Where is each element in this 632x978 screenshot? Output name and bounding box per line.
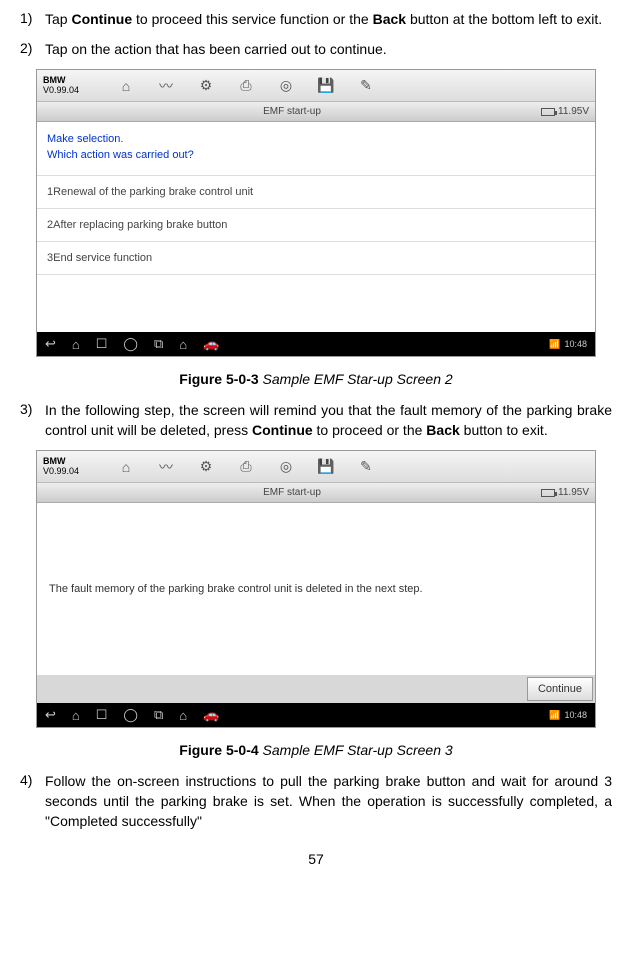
battery-icon <box>541 489 555 497</box>
ss2-footer-right: 📶 10:48 <box>549 710 587 721</box>
step-2: 2) Tap on the action that has been carri… <box>20 40 612 60</box>
ss2-brand: BMW V0.99.04 <box>37 453 107 481</box>
ss1-item-3[interactable]: 3End service function <box>37 242 595 275</box>
screenshot-icon[interactable]: ⧉ <box>154 336 163 352</box>
ss2-voltage: 11.95V <box>541 487 589 498</box>
app-icon[interactable]: ⌂ <box>179 708 187 723</box>
page-number: 57 <box>20 851 612 867</box>
step-1: 1) Tap Continue to proceed this service … <box>20 10 612 30</box>
wifi-icon: 📶 <box>549 339 560 350</box>
screenshot-2: BMW V0.99.04 ⌂ 〰 ⚙ ⎙ ◎ 💾 ✎ EMF start-up … <box>36 450 596 728</box>
fig2-title: Sample EMF Star-up Screen 3 <box>259 742 453 758</box>
step-4-text: Follow the on-screen instructions to pul… <box>45 772 612 831</box>
settings-icon[interactable]: ⚙ <box>197 458 215 476</box>
ss2-toolbar: ⌂ 〰 ⚙ ⎙ ◎ 💾 ✎ <box>107 458 595 476</box>
print-icon[interactable]: ⎙ <box>237 458 255 476</box>
browser-icon[interactable]: ◯ <box>123 707 138 723</box>
fig2-label: Figure 5-0-4 <box>179 742 258 758</box>
wifi-icon: 📶 <box>549 710 560 721</box>
app-icon[interactable]: ⌂ <box>179 337 187 352</box>
wave-icon[interactable]: 〰 <box>157 458 175 476</box>
figure-1-caption: Figure 5-0-3 Sample EMF Star-up Screen 2 <box>36 371 596 387</box>
figure-2: BMW V0.99.04 ⌂ 〰 ⚙ ⎙ ◎ 💾 ✎ EMF start-up … <box>36 450 596 758</box>
continue-button[interactable]: Continue <box>527 677 593 701</box>
ss1-prompt-line1: Make selection. <box>47 132 585 147</box>
ss2-header: BMW V0.99.04 ⌂ 〰 ⚙ ⎙ ◎ 💾 ✎ <box>37 451 595 483</box>
ss1-header: BMW V0.99.04 ⌂ 〰 ⚙ ⎙ ◎ 💾 ✎ <box>37 70 595 102</box>
fig1-title: Sample EMF Star-up Screen 2 <box>259 371 453 387</box>
edit-icon[interactable]: ✎ <box>357 458 375 476</box>
step-2-num: 2) <box>20 40 45 60</box>
edit-icon[interactable]: ✎ <box>357 77 375 95</box>
home-icon[interactable]: ⌂ <box>117 458 135 476</box>
print-icon[interactable]: ⎙ <box>237 77 255 95</box>
car-icon[interactable]: 🚗 <box>203 336 219 352</box>
back-icon[interactable]: ↩ <box>45 336 56 352</box>
step-1-text: Tap Continue to proceed this service fun… <box>45 10 602 30</box>
ss1-footer: ↩ ⌂ ☐ ◯ ⧉ ⌂ 🚗 📶 10:48 <box>37 332 595 356</box>
browser-icon[interactable]: ◯ <box>123 336 138 352</box>
ss1-voltage: 11.95V <box>541 106 589 117</box>
ss2-footer: ↩ ⌂ ☐ ◯ ⧉ ⌂ 🚗 📶 10:48 <box>37 703 595 727</box>
ss1-toolbar: ⌂ 〰 ⚙ ⎙ ◎ 💾 ✎ <box>107 77 595 95</box>
car-icon[interactable]: 🚗 <box>203 707 219 723</box>
settings-icon[interactable]: ⚙ <box>197 77 215 95</box>
ss1-body: Make selection. Which action was carried… <box>37 122 595 332</box>
wave-icon[interactable]: 〰 <box>157 77 175 95</box>
figure-1: BMW V0.99.04 ⌂ 〰 ⚙ ⎙ ◎ 💾 ✎ EMF start-up … <box>36 69 596 387</box>
ss1-item-2[interactable]: 2After replacing parking brake button <box>37 209 595 242</box>
ss2-body: The fault memory of the parking brake co… <box>37 503 595 703</box>
help-icon[interactable]: ◎ <box>277 458 295 476</box>
ss2-message: The fault memory of the parking brake co… <box>37 503 595 675</box>
ss2-time: 10:48 <box>564 710 587 720</box>
ss1-footer-right: 📶 10:48 <box>549 339 587 350</box>
ss1-brand: BMW V0.99.04 <box>37 72 107 100</box>
step-2-text: Tap on the action that has been carried … <box>45 40 387 60</box>
home-nav-icon[interactable]: ⌂ <box>72 708 80 723</box>
fig1-label: Figure 5-0-3 <box>179 371 258 387</box>
ss1-subheader-title: EMF start-up <box>43 106 541 117</box>
save-icon[interactable]: 💾 <box>317 77 335 95</box>
battery-icon <box>541 108 555 116</box>
step-4-num: 4) <box>20 772 45 831</box>
step-4: 4) Follow the on-screen instructions to … <box>20 772 612 831</box>
step-3: 3) In the following step, the screen wil… <box>20 401 612 440</box>
home-nav-icon[interactable]: ⌂ <box>72 337 80 352</box>
step-3-text: In the following step, the screen will r… <box>45 401 612 440</box>
ss2-subheader-title: EMF start-up <box>43 487 541 498</box>
ss1-subheader: EMF start-up 11.95V <box>37 102 595 122</box>
screenshot-1: BMW V0.99.04 ⌂ 〰 ⚙ ⎙ ◎ 💾 ✎ EMF start-up … <box>36 69 596 357</box>
ss1-prompt: Make selection. Which action was carried… <box>37 122 595 169</box>
ss2-subheader: EMF start-up 11.95V <box>37 483 595 503</box>
step-1-num: 1) <box>20 10 45 30</box>
save-icon[interactable]: 💾 <box>317 458 335 476</box>
back-icon[interactable]: ↩ <box>45 707 56 723</box>
ss1-version: V0.99.04 <box>43 86 101 96</box>
recent-icon[interactable]: ☐ <box>96 707 108 723</box>
home-icon[interactable]: ⌂ <box>117 77 135 95</box>
ss1-item-1[interactable]: 1Renewal of the parking brake control un… <box>37 175 595 209</box>
screenshot-icon[interactable]: ⧉ <box>154 707 163 723</box>
recent-icon[interactable]: ☐ <box>96 336 108 352</box>
ss2-version: V0.99.04 <box>43 467 101 477</box>
ss1-prompt-line2: Which action was carried out? <box>47 148 585 163</box>
figure-2-caption: Figure 5-0-4 Sample EMF Star-up Screen 3 <box>36 742 596 758</box>
ss2-button-row: Continue <box>37 675 595 703</box>
step-3-num: 3) <box>20 401 45 440</box>
help-icon[interactable]: ◎ <box>277 77 295 95</box>
ss1-time: 10:48 <box>564 339 587 349</box>
